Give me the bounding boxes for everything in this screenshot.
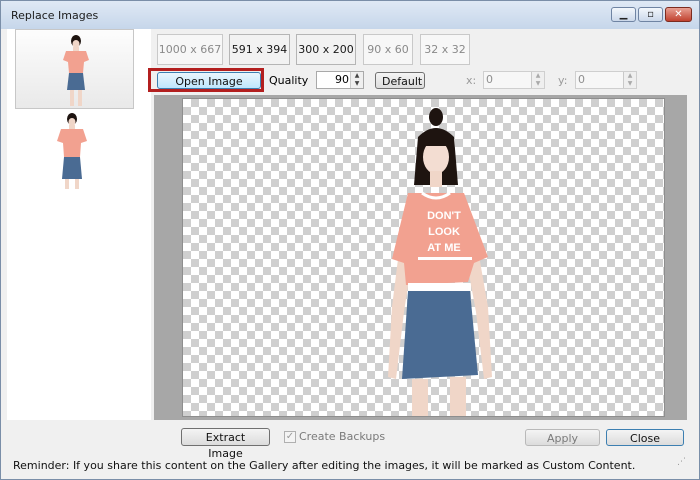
open-image-button[interactable]: Open Image xyxy=(157,72,261,89)
spin-arrows-icon[interactable]: ▲ ▼ xyxy=(531,72,544,88)
quality-value: 90 xyxy=(335,73,349,86)
quality-label: Quality xyxy=(269,74,309,87)
close-icon: ✕ xyxy=(674,9,683,20)
title-bar[interactable]: Replace Images ▁ ▫ ✕ xyxy=(1,1,699,29)
thumbnail-small-image xyxy=(57,113,87,189)
spin-arrows-icon[interactable]: ▲ ▼ xyxy=(623,72,636,88)
size-button-32x32[interactable]: 32 x 32 xyxy=(420,34,470,65)
minimize-button[interactable]: ▁ xyxy=(611,7,636,22)
create-backups-label: Create Backups xyxy=(299,430,386,443)
resize-grip-icon[interactable]: ⋰ xyxy=(677,458,689,471)
thumbnail-list xyxy=(7,29,151,420)
size-button-300x200[interactable]: 300 x 200 xyxy=(296,34,356,65)
dialog-body: 1000 x 667 591 x 394 300 x 200 90 x 60 3… xyxy=(7,29,693,473)
quality-stepper[interactable]: 90 ▲ ▼ xyxy=(316,71,364,89)
thumbnail-large[interactable] xyxy=(15,29,134,109)
size-button-591x394[interactable]: 591 x 394 xyxy=(229,34,290,65)
y-label: y: xyxy=(558,74,568,87)
x-value: 0 xyxy=(486,73,493,86)
preview-area: DON'T LOOK AT ME xyxy=(154,95,687,420)
shirt-text-line-1: DON'T xyxy=(427,210,461,222)
reminder-text: Reminder: If you share this content on t… xyxy=(13,459,636,472)
window-title: Replace Images xyxy=(11,9,99,22)
maximize-button[interactable]: ▫ xyxy=(638,7,663,22)
size-button-1000x667[interactable]: 1000 x 667 xyxy=(157,34,223,65)
window-close-button[interactable]: ✕ xyxy=(665,7,692,22)
checkmark-icon: ✓ xyxy=(285,431,295,442)
shirt-text-line-2: LOOK xyxy=(428,226,460,238)
maximize-icon: ▫ xyxy=(647,9,654,20)
create-backups-checkbox[interactable]: ✓ xyxy=(284,431,296,443)
size-button-90x60[interactable]: 90 x 60 xyxy=(363,34,413,65)
apply-button[interactable]: Apply xyxy=(525,429,600,446)
thumbnail-small[interactable] xyxy=(47,109,97,189)
thumbnail-large-image xyxy=(63,35,89,106)
shirt-text-line-3: AT ME xyxy=(427,242,460,254)
y-offset-stepper[interactable]: 0 ▲ ▼ xyxy=(575,71,637,89)
extract-image-button[interactable]: Extract Image xyxy=(181,428,270,460)
image-preview[interactable]: DON'T LOOK AT ME xyxy=(182,98,665,417)
replace-images-window: Replace Images ▁ ▫ ✕ 1000 x 667 591 x 39… xyxy=(0,0,700,480)
spin-arrows-icon[interactable]: ▲ ▼ xyxy=(350,72,363,88)
x-offset-stepper[interactable]: 0 ▲ ▼ xyxy=(483,71,545,89)
y-value: 0 xyxy=(578,73,585,86)
sim-figure-image: DON'T LOOK AT ME xyxy=(388,108,492,416)
default-button[interactable]: Default xyxy=(375,72,425,89)
close-button[interactable]: Close xyxy=(606,429,684,446)
minimize-icon: ▁ xyxy=(619,9,628,20)
x-label: x: xyxy=(466,74,477,87)
